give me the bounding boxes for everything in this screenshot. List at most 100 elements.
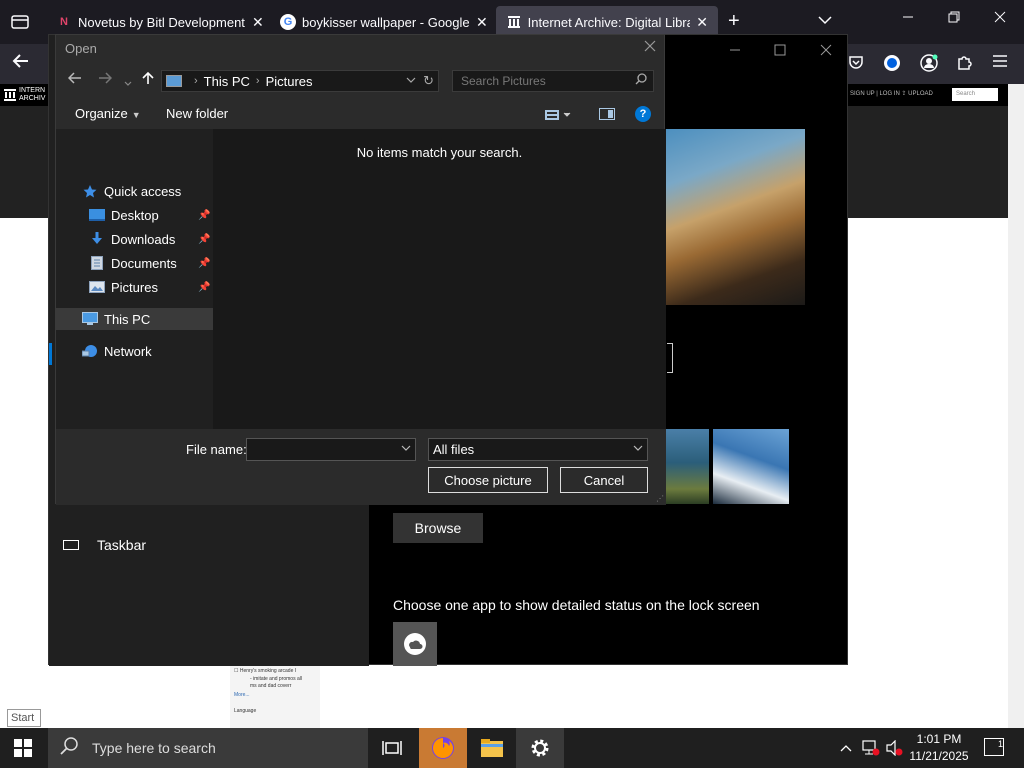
resize-grip-icon[interactable]: ⋰ — [656, 494, 664, 503]
notification-count: 1 — [997, 739, 1003, 749]
download-icon — [89, 232, 105, 246]
file-name-input[interactable] — [246, 438, 416, 461]
back-arrow-icon[interactable] — [12, 52, 30, 75]
lock-screen-thumbnail[interactable] — [713, 429, 789, 504]
close-tab-icon[interactable]: ✕ — [476, 14, 488, 31]
nav-downloads[interactable]: Downloads 📌 — [56, 228, 213, 250]
desktop-icon — [89, 208, 105, 222]
nav-pictures[interactable]: Pictures 📌 — [56, 276, 213, 298]
logo-text-line1: INTERN — [19, 87, 46, 94]
internet-archive-favicon-icon — [506, 14, 522, 30]
search-icon — [635, 73, 647, 88]
cancel-button[interactable]: Cancel — [560, 467, 648, 493]
forward-arrow-icon[interactable] — [98, 71, 113, 89]
change-view-icon[interactable] — [545, 108, 573, 123]
nav-this-pc[interactable]: This PC — [56, 308, 213, 330]
background-dropdown-edge[interactable] — [667, 343, 673, 373]
lock-screen-preview-image — [665, 129, 805, 305]
recent-locations-icon[interactable] — [124, 74, 132, 92]
nav-label: Downloads — [111, 231, 176, 247]
lock-screen-thumbnail[interactable] — [665, 429, 709, 504]
search-pictures-input[interactable]: Search Pictures — [452, 70, 654, 92]
windows-taskbar: Type here to search 1:01 PM 11/21/2025 1 — [0, 728, 1024, 768]
more-link[interactable]: More... — [234, 692, 250, 698]
side-text-line: - imitate and promos all — [250, 676, 302, 682]
notification-center-icon[interactable]: 1 — [984, 738, 1004, 756]
show-hidden-icons-chevron-icon[interactable] — [840, 740, 852, 755]
nav-quick-access[interactable]: Quick access — [56, 180, 213, 202]
back-arrow-icon[interactable] — [67, 71, 82, 89]
system-clock[interactable]: 1:01 PM 11/21/2025 — [906, 731, 972, 765]
taskbar-search-placeholder: Type here to search — [92, 740, 216, 756]
close-tab-icon[interactable]: ✕ — [696, 14, 708, 31]
task-view-icon[interactable] — [368, 728, 416, 768]
up-arrow-icon[interactable] — [142, 71, 154, 90]
windows-start-icon[interactable] — [14, 739, 32, 757]
menu-hamburger-icon[interactable] — [992, 54, 1008, 73]
browse-button[interactable]: Browse — [393, 513, 483, 543]
minimize-icon[interactable] — [902, 10, 914, 27]
lock-status-heading: Choose one app to show detailed status o… — [393, 597, 760, 613]
help-icon[interactable]: ? — [635, 106, 651, 122]
breadcrumb-separator-icon: › — [194, 75, 198, 87]
organize-button[interactable]: Organize ▼ — [75, 106, 141, 121]
vpn-extension-icon[interactable] — [883, 54, 901, 77]
side-checkbox-item[interactable]: ☐ Henry's smoking arcade I — [234, 668, 296, 674]
settings-nav-taskbar[interactable]: Taskbar — [63, 537, 146, 553]
nav-network[interactable]: Network — [56, 340, 213, 362]
clock-time: 1:01 PM — [916, 732, 962, 746]
nav-label: Network — [104, 343, 152, 359]
pc-icon — [166, 75, 182, 87]
preview-pane-icon[interactable] — [599, 108, 615, 123]
open-file-dialog: Open › This PC › Pictures ↻ Search Pictu… — [55, 34, 666, 505]
page-scrollbar[interactable] — [1008, 84, 1024, 728]
search-icon — [60, 736, 78, 760]
breadcrumb-this-pc[interactable]: This PC — [204, 74, 250, 89]
chevron-down-icon[interactable] — [401, 442, 411, 454]
refresh-icon[interactable]: ↻ — [423, 73, 434, 89]
pin-icon: 📌 — [198, 257, 211, 269]
list-all-tabs-icon[interactable] — [818, 12, 832, 28]
nav-label: Documents — [111, 255, 177, 271]
file-type-select[interactable]: All files — [428, 438, 648, 461]
navigation-pane: Quick access Desktop 📌 Downloads 📌 Docum… — [56, 129, 213, 429]
tab-overview-icon[interactable] — [6, 8, 34, 36]
close-window-icon[interactable] — [994, 10, 1006, 27]
breadcrumb-pictures[interactable]: Pictures — [266, 74, 313, 89]
internet-archive-logo[interactable]: INTERN ARCHIV — [4, 87, 45, 103]
settings-gear-icon[interactable] — [516, 728, 564, 768]
dialog-title: Open — [65, 41, 97, 56]
network-icon — [82, 344, 98, 358]
volume-muted-icon[interactable] — [886, 739, 904, 759]
file-list-pane[interactable]: No items match your search. — [213, 129, 666, 429]
nav-documents[interactable]: Documents 📌 — [56, 252, 213, 274]
address-dropdown-icon[interactable] — [406, 74, 416, 86]
file-type-value: All files — [433, 442, 475, 457]
pocket-icon[interactable] — [848, 54, 864, 75]
firefox-icon[interactable] — [419, 728, 467, 768]
new-folder-button[interactable]: New folder — [166, 106, 228, 121]
taskbar-search-box[interactable]: Type here to search — [48, 728, 368, 768]
account-icon[interactable] — [920, 54, 938, 77]
extensions-icon[interactable] — [956, 54, 972, 75]
ia-account-links[interactable]: SIGN UP | LOG IN ⇪ UPLOAD — [850, 90, 933, 97]
restore-icon[interactable] — [948, 10, 960, 27]
new-tab-button[interactable]: + — [728, 10, 740, 33]
address-bar[interactable]: › This PC › Pictures ↻ — [161, 70, 439, 92]
network-tray-icon[interactable] — [862, 740, 880, 759]
file-explorer-icon[interactable] — [468, 728, 516, 768]
settings-minimize-icon[interactable] — [729, 43, 741, 59]
choose-picture-button[interactable]: Choose picture — [428, 467, 548, 493]
settings-maximize-icon[interactable] — [774, 43, 786, 59]
nav-label: Quick access — [104, 183, 182, 199]
close-tab-icon[interactable]: ✕ — [252, 14, 264, 31]
command-bar: Organize ▼ New folder ? — [56, 99, 666, 129]
lock-screen-app-tile[interactable] — [393, 622, 437, 666]
dialog-close-icon[interactable] — [644, 39, 656, 57]
weather-app-icon — [404, 633, 426, 655]
logo-text-line2: ARCHIV — [19, 95, 46, 102]
settings-close-icon[interactable] — [820, 43, 832, 59]
page-side-panel: ☐ Henry's smoking arcade I - imitate and… — [230, 664, 320, 728]
ia-search-input[interactable]: Search — [952, 88, 998, 101]
nav-desktop[interactable]: Desktop 📌 — [56, 204, 213, 226]
